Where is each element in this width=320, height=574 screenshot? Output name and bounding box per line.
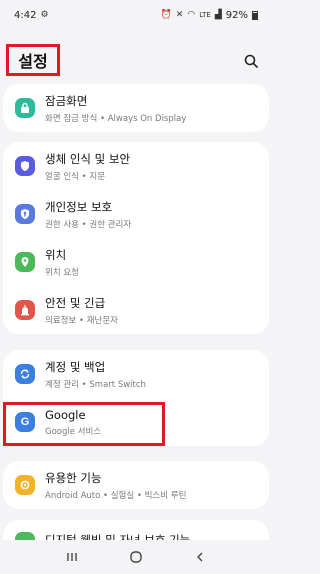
item-title: 계정 및 백업 <box>45 359 106 374</box>
item-subtitle: 의료정보 • 재난문자 <box>45 315 118 326</box>
item-title: 개인정보 보호 <box>45 199 113 214</box>
settings-item-location[interactable]: 위치 위치 요청 <box>3 238 269 286</box>
battery-icon <box>252 10 258 20</box>
item-subtitle: 권한 사용 • 권한 관리자 <box>45 219 132 230</box>
search-icon <box>244 54 258 68</box>
status-time: 4:42 <box>14 9 37 21</box>
item-title: 생체 인식 및 보안 <box>45 151 131 166</box>
card-security: 생체 인식 및 보안 얼굴 인식 • 지문 개인정보 보호 권한 사용 • 권한… <box>3 142 269 334</box>
title-highlight: 설정 <box>6 44 60 76</box>
header: 설정 <box>0 44 272 78</box>
privacy-shield-icon <box>15 204 35 224</box>
search-button[interactable] <box>240 50 262 72</box>
emergency-icon <box>15 300 35 320</box>
recent-apps-icon <box>67 553 77 561</box>
settings-item-biometrics[interactable]: 생체 인식 및 보안 얼굴 인식 • 지문 <box>3 142 269 190</box>
navigation-bar <box>0 540 272 574</box>
item-title: 잠금화면 <box>45 93 88 108</box>
alarm-icon: ⏰ <box>160 10 172 20</box>
gear-plus-icon <box>15 475 35 495</box>
status-left: 4:42 ⚙ <box>14 10 49 21</box>
signal-icon: ▟ <box>214 10 222 20</box>
settings-item-accounts[interactable]: 계정 및 백업 계정 관리 • Smart Switch <box>3 350 269 398</box>
recent-apps-button[interactable] <box>60 545 84 569</box>
item-title: 위치 <box>45 247 67 262</box>
wifi-icon: ◠ <box>187 10 196 20</box>
home-icon <box>130 551 142 563</box>
item-subtitle: Google 서비스 <box>45 426 102 437</box>
settings-icon: ⚙ <box>40 10 49 20</box>
card-advanced: 유용한 기능 Android Auto • 실험실 • 빅스비 루틴 <box>3 461 269 509</box>
item-title: 유용한 기능 <box>45 470 102 485</box>
status-right: ⏰ ✕ ◠ LTE ▟ 92% <box>161 10 258 21</box>
item-subtitle: 얼굴 인식 • 지문 <box>45 171 106 182</box>
settings-item-advanced[interactable]: 유용한 기능 Android Auto • 실험실 • 빅스비 루틴 <box>3 461 269 509</box>
card-accounts: 계정 및 백업 계정 관리 • Smart Switch G Google Go… <box>3 350 269 446</box>
item-title: Google <box>45 407 86 422</box>
item-subtitle: 계정 관리 • Smart Switch <box>45 379 146 390</box>
mute-icon: ✕ <box>175 10 184 20</box>
sync-icon <box>15 364 35 384</box>
settings-item-privacy[interactable]: 개인정보 보호 권한 사용 • 권한 관리자 <box>3 190 269 238</box>
card-lockscreen: 잠금화면 화면 잠금 방식 • Always On Display <box>3 84 269 132</box>
settings-item-google[interactable]: G Google Google 서비스 <box>3 398 269 446</box>
location-pin-icon <box>15 252 35 272</box>
home-button[interactable] <box>124 545 148 569</box>
status-bar: 4:42 ⚙ ⏰ ✕ ◠ LTE ▟ 92% <box>0 0 272 30</box>
battery-percent: 92% <box>225 9 248 21</box>
back-icon <box>197 552 203 562</box>
item-subtitle: Android Auto • 실험실 • 빅스비 루틴 <box>45 490 187 501</box>
item-title: 안전 및 긴급 <box>45 295 106 310</box>
settings-item-safety[interactable]: 안전 및 긴급 의료정보 • 재난문자 <box>3 286 269 334</box>
back-button[interactable] <box>188 545 212 569</box>
shield-icon <box>15 156 35 176</box>
page-title: 설정 <box>18 52 48 71</box>
settings-item-lockscreen[interactable]: 잠금화면 화면 잠금 방식 • Always On Display <box>3 84 269 132</box>
item-subtitle: 위치 요청 <box>45 267 79 278</box>
lte-icon: LTE <box>199 11 211 19</box>
google-icon: G <box>15 412 35 432</box>
item-subtitle: 화면 잠금 방식 • Always On Display <box>45 113 187 124</box>
lock-icon <box>15 98 35 118</box>
